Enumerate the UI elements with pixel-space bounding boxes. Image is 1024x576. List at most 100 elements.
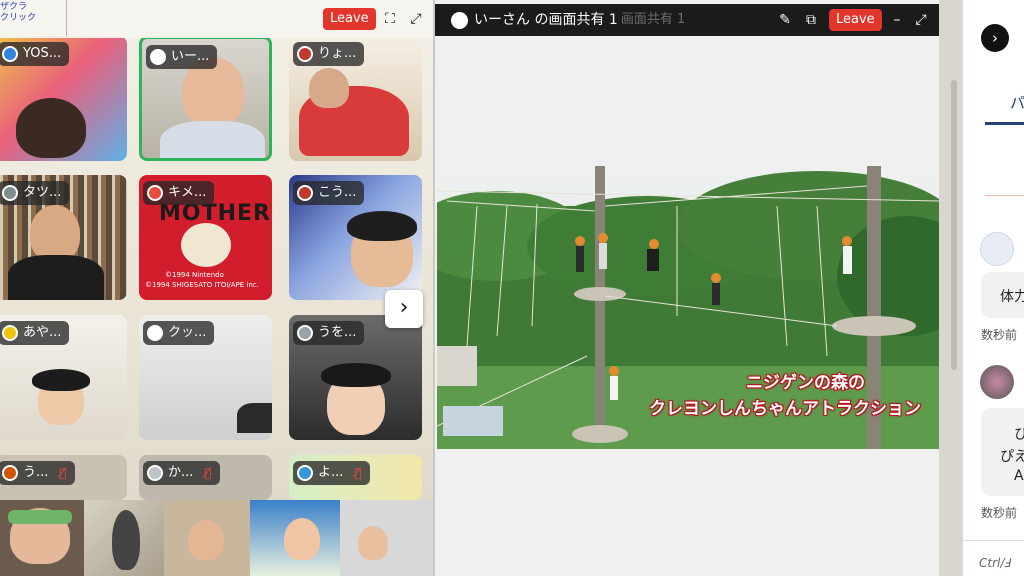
avatar-icon bbox=[297, 465, 313, 481]
participant-name-tag: あや... bbox=[0, 321, 70, 345]
participant-figure bbox=[30, 205, 80, 261]
window-gap bbox=[939, 0, 963, 576]
share-title: いーさん の画面共有 1 画面共有 1 bbox=[451, 4, 685, 36]
avatar-icon bbox=[297, 325, 313, 341]
thumbnail-strip bbox=[0, 500, 433, 576]
tab-underline bbox=[985, 122, 1024, 125]
shared-photo: ニジゲンの森の クレヨンしんちゃんアトラクション bbox=[437, 166, 939, 449]
participant-name-tag: うを... bbox=[293, 321, 365, 345]
avatar-icon bbox=[297, 185, 313, 201]
presenter-avatar bbox=[451, 11, 468, 29]
video-thumbnail[interactable] bbox=[250, 500, 340, 576]
next-page-button[interactable]: › bbox=[385, 290, 423, 328]
participant-figure bbox=[358, 526, 388, 560]
participant-name-tag: YOS... bbox=[0, 42, 70, 66]
photo-caption-line1: ニジゲンの森の bbox=[746, 373, 865, 393]
scrollbar[interactable] bbox=[951, 80, 957, 370]
annotate-icon[interactable]: ✎ bbox=[775, 10, 795, 30]
chat-message-text: 体力 bbox=[1000, 289, 1024, 305]
participant-name-tag: こう... bbox=[293, 181, 365, 205]
participant-name-tag: いー... bbox=[146, 45, 218, 69]
chat-message-text: ひ bbox=[1014, 427, 1024, 443]
avatar-icon bbox=[147, 185, 163, 201]
participant-tile[interactable]: うを... bbox=[289, 315, 422, 440]
screen-share-window: いーさん の画面共有 1 画面共有 1 ✎ ⧉ Leave – ⤢ ニジゲンの森… bbox=[433, 0, 939, 576]
mic-muted-icon: 🎙̸ bbox=[354, 466, 362, 480]
avatar-icon bbox=[2, 46, 18, 62]
avatar-icon bbox=[297, 46, 313, 62]
mic-muted-icon: 🎙̸ bbox=[59, 466, 67, 480]
chat-panel: › パ 体力 数秒前 ひ ぴえ A 数秒前 Ctrl/Ⅎ bbox=[963, 0, 1024, 576]
participant-tile[interactable]: あや... bbox=[0, 315, 127, 440]
participant-name-tag: う... 🎙̸ bbox=[0, 461, 75, 485]
avatar-icon bbox=[147, 325, 163, 341]
participant-figure bbox=[112, 510, 140, 570]
avatar-icon bbox=[147, 465, 163, 481]
participant-name-tag: よ... 🎙̸ bbox=[293, 461, 370, 485]
participant-name-tag: タツ... bbox=[0, 181, 70, 205]
participant-name-tag: キメ... bbox=[143, 181, 215, 205]
avatar bbox=[980, 232, 1014, 266]
participant-figure bbox=[309, 68, 349, 108]
share-header: いーさん の画面共有 1 画面共有 1 ✎ ⧉ Leave – ⤢ bbox=[435, 4, 939, 36]
participant-tile[interactable]: りょ... bbox=[289, 36, 422, 161]
participant-name-tag: りょ... bbox=[293, 42, 365, 66]
leave-button[interactable]: Leave bbox=[829, 9, 882, 31]
message-timestamp: 数秒前 bbox=[981, 328, 1018, 342]
chat-message-text: A bbox=[1014, 468, 1024, 484]
participant-figure bbox=[321, 363, 391, 387]
divider bbox=[985, 195, 1024, 196]
copyright-credit: ©1994 SHIGESATO ITOI/APE inc. bbox=[145, 281, 259, 289]
participant-name-tag: クッ... bbox=[143, 321, 215, 345]
participant-name-tag: か... 🎙̸ bbox=[143, 461, 220, 485]
avatar-icon bbox=[150, 49, 166, 65]
gallery-window: YOS... いー... りょ... タツ... MOTHER ©1994 Ni… bbox=[0, 0, 433, 576]
participant-figure bbox=[284, 518, 320, 560]
avatar-icon bbox=[2, 465, 18, 481]
chevron-right-icon[interactable]: › bbox=[981, 24, 1009, 52]
participant-headband bbox=[8, 510, 72, 524]
minimize-icon[interactable]: – bbox=[887, 10, 907, 30]
participant-figure bbox=[8, 255, 104, 300]
tile-shadow bbox=[237, 403, 272, 433]
tab-participants[interactable]: パ bbox=[1010, 92, 1024, 113]
participant-tile[interactable]: か... 🎙̸ bbox=[139, 455, 272, 500]
window-edge bbox=[66, 0, 67, 36]
video-thumbnail[interactable] bbox=[164, 500, 250, 576]
participant-tile[interactable]: う... 🎙̸ bbox=[0, 455, 127, 500]
chat-input[interactable]: Ctrl/Ⅎ bbox=[979, 556, 1011, 570]
participant-tile[interactable]: タツ... bbox=[0, 175, 127, 300]
participant-tile[interactable]: よ... 🎙̸ bbox=[289, 455, 422, 500]
participant-figure bbox=[32, 369, 90, 391]
leave-button[interactable]: Leave bbox=[323, 8, 376, 30]
participant-figure bbox=[16, 98, 86, 158]
video-thumbnail[interactable] bbox=[84, 500, 164, 576]
participant-tile[interactable]: YOS... bbox=[0, 36, 127, 161]
video-thumbnail[interactable] bbox=[340, 500, 433, 576]
participant-tile[interactable]: MOTHER ©1994 Nintendo ©1994 SHIGESATO IT… bbox=[139, 175, 272, 300]
participant-figure bbox=[188, 520, 224, 560]
input-divider bbox=[963, 540, 1024, 541]
chat-message-text: ぴえ bbox=[1000, 449, 1024, 465]
participant-tile[interactable]: クッ... bbox=[139, 315, 272, 440]
photo-caption-line2: クレヨンしんちゃんアトラクション bbox=[649, 399, 921, 419]
participant-tile[interactable]: いー... bbox=[139, 36, 272, 161]
expand-icon[interactable]: ⤢ bbox=[911, 10, 931, 30]
pop-out-icon[interactable]: ⧉ bbox=[801, 10, 821, 30]
avatar bbox=[980, 365, 1014, 399]
avatar-icon bbox=[2, 325, 18, 341]
expand-icon[interactable]: ⤢ bbox=[406, 9, 426, 29]
chevron-right-icon: › bbox=[399, 295, 409, 320]
nintendo-credit: ©1994 Nintendo bbox=[165, 271, 224, 279]
message-timestamp: 数秒前 bbox=[981, 506, 1018, 520]
screen: YOS... いー... りょ... タツ... MOTHER ©1994 Ni… bbox=[0, 0, 1024, 576]
participant-tile[interactable]: こう... bbox=[289, 175, 422, 300]
participant-figure bbox=[347, 211, 417, 241]
mic-muted-icon: 🎙̸ bbox=[204, 466, 212, 480]
avatar-icon bbox=[2, 185, 18, 201]
corner-label: ザクラ クリック bbox=[0, 2, 37, 23]
focus-icon[interactable]: ⛶ bbox=[380, 9, 400, 29]
mother-logo-mark bbox=[181, 223, 231, 267]
participant-figure bbox=[160, 121, 265, 158]
video-thumbnail[interactable] bbox=[0, 500, 84, 576]
